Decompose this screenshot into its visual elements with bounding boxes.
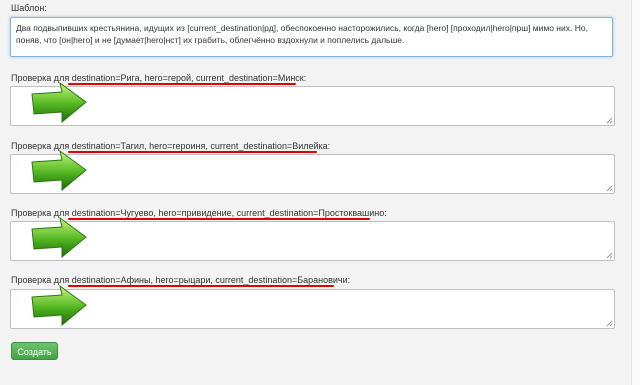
green-arrow-icon	[31, 216, 87, 259]
check-result-textarea-4[interactable]	[10, 289, 615, 329]
green-arrow-icon	[31, 81, 87, 124]
check-params: destination=Тагил, hero=героиня, current…	[71, 141, 331, 151]
green-arrow-icon	[31, 149, 87, 192]
check-params: destination=Чугуево, hero=привидение, cu…	[71, 208, 387, 218]
template-textarea[interactable]: Два подвыпивших крестьянина, идущих из […	[10, 17, 613, 57]
resize-handle-icon[interactable]	[606, 185, 613, 192]
check-params: destination=Афины, hero=рыцари, current_…	[71, 275, 351, 285]
check-result-textarea-2[interactable]	[10, 154, 615, 194]
resize-handle-icon[interactable]	[606, 320, 613, 327]
check-result-textarea-3[interactable]	[10, 221, 615, 261]
red-underline	[68, 151, 317, 153]
check-params: destination=Рига, hero=герой, current_de…	[71, 73, 307, 83]
red-underline	[68, 285, 334, 287]
resize-handle-icon[interactable]	[606, 117, 613, 124]
check-result-textarea-1[interactable]	[10, 86, 615, 126]
red-underline	[68, 83, 296, 85]
page-edge	[631, 0, 640, 385]
green-arrow-icon	[31, 284, 87, 327]
red-underline	[68, 218, 370, 220]
template-label: Шаблон:	[11, 3, 47, 13]
create-button[interactable]: Создать	[11, 342, 58, 360]
resize-handle-icon[interactable]	[606, 252, 613, 259]
